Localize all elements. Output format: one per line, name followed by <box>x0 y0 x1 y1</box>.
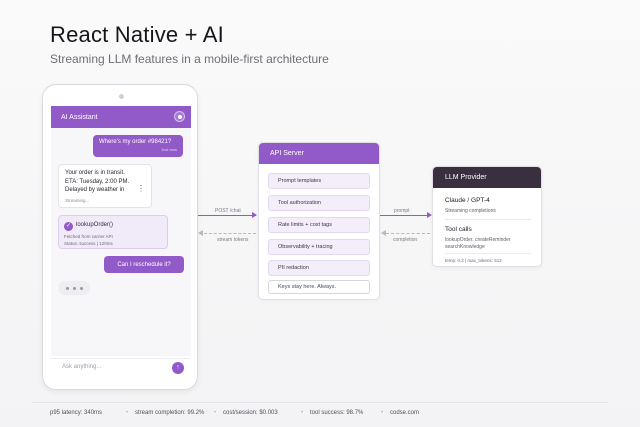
completion-label: completion <box>393 237 418 243</box>
camera-dot <box>119 94 124 99</box>
prompt-arrow <box>380 215 430 216</box>
llm-model-sub: Streaming completions <box>445 208 496 214</box>
api-item: Prompt templates <box>268 173 370 189</box>
divider <box>445 219 531 220</box>
send-button[interactable]: ↑ <box>172 362 184 374</box>
chat-input-bar: Ask anything... ↑ <box>50 358 190 376</box>
footer-separator: • <box>301 410 304 416</box>
footer-stat: stream completion: 99.2% <box>135 410 205 416</box>
footer-separator: • <box>381 410 384 416</box>
app-title: AI Assistant <box>61 113 98 121</box>
response-label: stream tokens <box>217 237 249 243</box>
llm-model: Claude / GPT-4 <box>445 197 490 204</box>
llm-provider-title: LLM Provider <box>433 167 541 188</box>
api-server-title: API Server <box>259 143 379 164</box>
chat-input[interactable]: Ask anything... <box>62 364 101 370</box>
footer-stat: tool success: 98.7% <box>310 410 364 416</box>
response-arrow <box>204 233 256 234</box>
assistant-line: Delayed by weather in <box>65 187 125 193</box>
api-item: Observability + tracing <box>268 239 370 255</box>
page-title: React Native + AI <box>50 22 224 47</box>
arrow-head <box>252 212 257 218</box>
tool-name: lookupOrder() <box>76 222 114 228</box>
prompt-label: prompt <box>394 208 410 214</box>
arrow-head <box>198 230 203 236</box>
message-time: Just now <box>161 147 177 152</box>
completion-arrow <box>386 233 430 234</box>
footer-separator: • <box>126 410 129 416</box>
llm-tools-list: lookupOrder, createReminder searchKnowle… <box>445 237 511 250</box>
more-vertical-icon[interactable]: ⋮ <box>137 185 145 193</box>
api-item: PII redaction <box>268 260 370 276</box>
tool-call-card: ✓ lookupOrder() Fetched from carrier API… <box>58 215 168 249</box>
tool-status: Status: success | 120ms <box>64 241 113 246</box>
assistant-message-bubble: Your order is in transit. ETA: Tuesday, … <box>58 164 152 208</box>
settings-icon[interactable] <box>174 111 185 122</box>
api-note: Keys stay here. Always. <box>268 280 370 294</box>
streaming-status: Streaming... <box>65 197 90 203</box>
assistant-line: ETA: Tuesday, 2:00 PM. <box>65 178 130 185</box>
tool-detail: Fetched from carrier API <box>64 234 113 239</box>
user-message-text: Can I reschedule it? <box>117 261 171 268</box>
footer-separator: • <box>214 410 217 416</box>
user-message-bubble: Where's my order #98421? Just now <box>93 135 183 157</box>
typing-indicator <box>58 281 90 295</box>
request-label: POST /chat <box>215 208 241 214</box>
llm-tools-title: Tool calls <box>445 226 472 233</box>
app-bar: AI Assistant <box>51 106 191 128</box>
page-subtitle: Streaming LLM features in a mobile-first… <box>50 52 329 66</box>
footer-stat: cost/session: $0.003 <box>223 410 278 416</box>
footer-link[interactable]: codse.com <box>390 410 419 416</box>
api-server-box: API Server Prompt templates Tool authori… <box>258 142 380 300</box>
request-arrow <box>198 215 256 216</box>
arrow-head <box>381 230 386 236</box>
check-icon: ✓ <box>64 222 73 231</box>
api-item: Tool authorization <box>268 195 370 211</box>
llm-params: temp: 0.2 | max_tokens: 512 <box>445 258 502 263</box>
user-message-bubble: Can I reschedule it? <box>104 256 184 273</box>
user-message-text: Where's my order #98421? <box>99 139 172 145</box>
llm-provider-box: LLM Provider Claude / GPT-4 Streaming co… <box>432 166 542 267</box>
assistant-line: Your order is in transit. <box>65 170 125 176</box>
footer-divider <box>32 402 608 403</box>
divider <box>445 253 531 254</box>
api-item: Rate limits + cost tags <box>268 217 370 233</box>
footer-stat: p95 latency: 340ms <box>50 410 103 416</box>
